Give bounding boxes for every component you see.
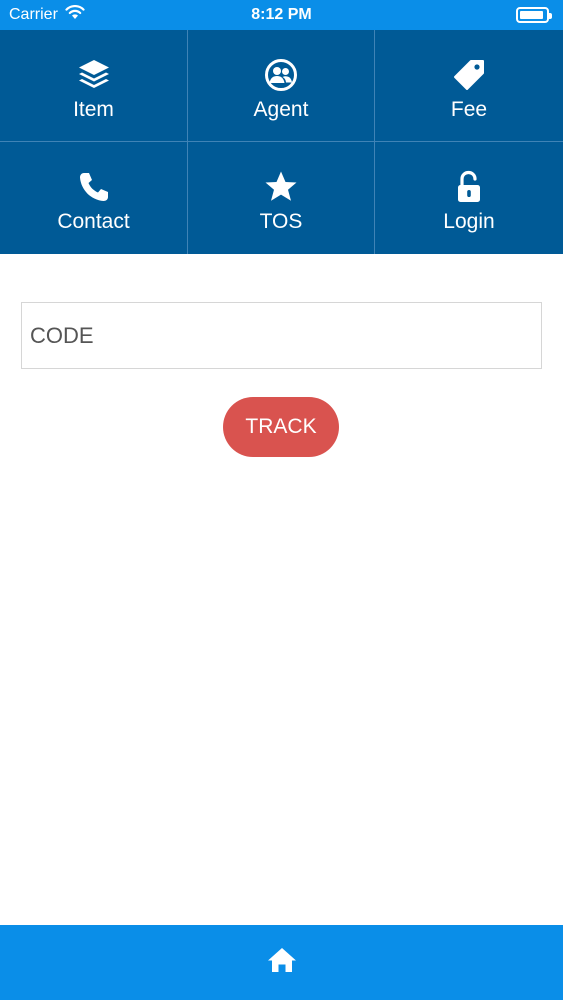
menu-item-login-label: Login [443,210,495,233]
menu-item-contact[interactable]: Contact [0,142,188,254]
menu-grid: Item Agent Fee Contact TOS Login [0,30,563,254]
code-input[interactable] [21,302,542,369]
menu-item-fee[interactable]: Fee [375,30,563,142]
status-time: 8:12 PM [251,6,312,23]
track-button[interactable]: TRACK [223,397,339,457]
unlock-icon [452,168,486,206]
home-button[interactable] [262,943,302,983]
users-circle-icon [264,56,298,94]
menu-item-agent[interactable]: Agent [188,30,375,142]
menu-item-agent-label: Agent [253,97,309,121]
phone-icon [77,168,111,206]
battery-level [520,11,543,19]
status-right [516,7,552,23]
tag-icon [452,56,486,94]
menu-item-contact-label: Contact [57,210,130,233]
layers-icon [77,56,111,94]
home-icon [266,946,298,979]
menu-item-fee-label: Fee [450,97,488,121]
bottom-bar [0,925,563,1000]
app-screen: Carrier 8:12 PM Item Agent Fee Contact T… [0,0,563,1000]
menu-item-item-label: Item [73,97,114,121]
menu-item-item[interactable]: Item [0,30,188,142]
status-bar: Carrier 8:12 PM [0,0,563,30]
menu-item-login[interactable]: Login [375,142,563,254]
menu-item-tos-label: TOS [259,210,303,233]
menu-item-tos[interactable]: TOS [188,142,375,254]
battery-icon [516,7,552,23]
star-icon [264,168,298,206]
